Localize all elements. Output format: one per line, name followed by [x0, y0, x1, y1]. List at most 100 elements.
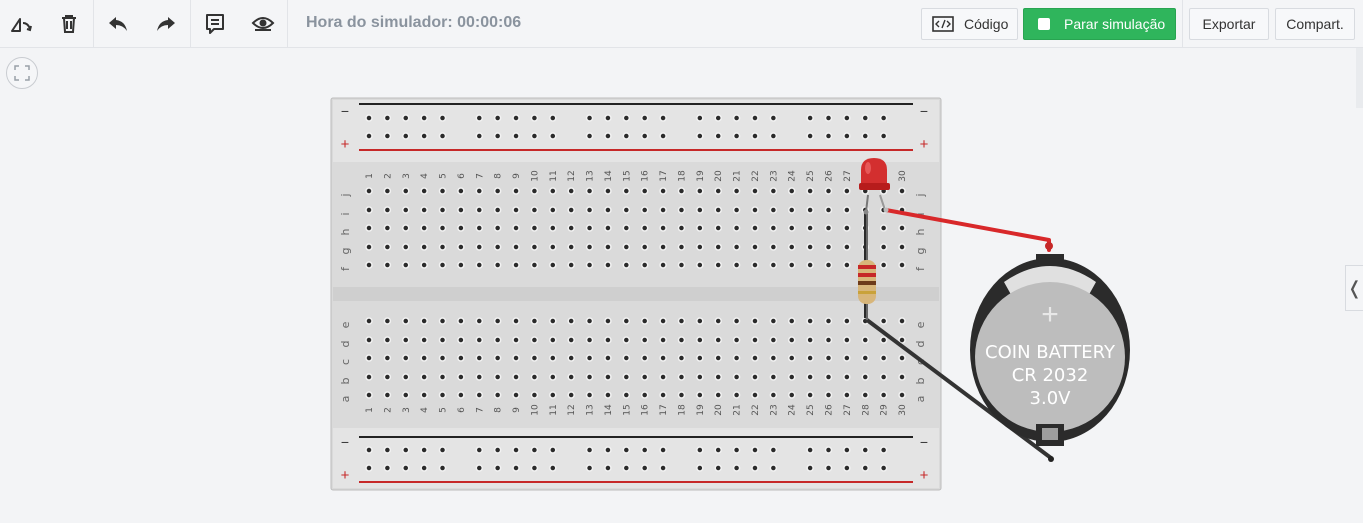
breadboard-hole[interactable] — [696, 354, 704, 362]
breadboard-hole[interactable] — [420, 391, 428, 399]
breadboard-hole[interactable] — [383, 187, 392, 195]
breadboard-hole[interactable] — [549, 243, 557, 251]
breadboard-hole[interactable] — [714, 464, 722, 472]
breadboard-hole[interactable] — [604, 391, 612, 399]
breadboard-hole[interactable] — [475, 446, 484, 454]
breadboard-hole[interactable] — [824, 132, 833, 140]
breadboard-hole[interactable] — [512, 391, 520, 399]
breadboard-hole[interactable] — [714, 187, 722, 195]
breadboard-hole[interactable] — [475, 132, 484, 140]
breadboard-hole[interactable] — [659, 261, 667, 269]
breadboard-hole[interactable] — [640, 464, 649, 472]
breadboard-hole[interactable] — [512, 261, 520, 269]
breadboard-hole[interactable] — [604, 243, 612, 251]
breadboard-hole[interactable] — [438, 464, 447, 472]
breadboard-hole[interactable] — [769, 336, 778, 344]
breadboard-hole[interactable] — [640, 187, 649, 195]
breadboard-hole[interactable] — [493, 261, 502, 269]
breadboard-hole[interactable] — [659, 114, 667, 122]
breadboard-hole[interactable] — [365, 373, 373, 381]
breadboard-hole[interactable] — [585, 354, 594, 362]
breadboard-hole[interactable] — [732, 317, 741, 325]
breadboard-hole[interactable] — [879, 354, 888, 362]
breadboard-hole[interactable] — [732, 132, 741, 140]
breadboard-hole[interactable] — [512, 446, 520, 454]
breadboard-hole[interactable] — [659, 243, 667, 251]
breadboard-hole[interactable] — [549, 446, 557, 454]
breadboard-hole[interactable] — [457, 224, 465, 232]
breadboard-hole[interactable] — [769, 446, 778, 454]
breadboard-hole[interactable] — [640, 391, 649, 399]
breadboard-hole[interactable] — [567, 391, 575, 399]
breadboard-hole[interactable] — [843, 336, 851, 344]
breadboard-hole[interactable] — [806, 464, 814, 472]
breadboard-hole[interactable] — [622, 354, 631, 362]
breadboard-hole[interactable] — [879, 224, 888, 232]
breadboard-hole[interactable] — [493, 373, 502, 381]
breadboard-hole[interactable] — [824, 336, 833, 344]
breadboard-hole[interactable] — [898, 391, 906, 399]
breadboard-hole[interactable] — [751, 243, 759, 251]
breadboard-hole[interactable] — [861, 114, 870, 122]
breadboard-hole[interactable] — [898, 354, 906, 362]
breadboard-hole[interactable] — [879, 336, 888, 344]
breadboard-hole[interactable] — [475, 464, 484, 472]
breadboard-hole[interactable] — [475, 187, 484, 195]
breadboard-hole[interactable] — [769, 373, 778, 381]
breadboard-hole[interactable] — [493, 206, 502, 214]
breadboard-hole[interactable] — [751, 354, 759, 362]
breadboard-hole[interactable] — [402, 373, 410, 381]
breadboard-hole[interactable] — [696, 391, 704, 399]
breadboard-hole[interactable] — [824, 317, 833, 325]
breadboard-hole[interactable] — [365, 336, 373, 344]
breadboard-hole[interactable] — [604, 464, 612, 472]
breadboard-hole[interactable] — [549, 261, 557, 269]
breadboard-hole[interactable] — [824, 114, 833, 122]
breadboard-hole[interactable] — [383, 446, 392, 454]
breadboard-hole[interactable] — [530, 206, 539, 214]
breadboard-hole[interactable] — [383, 354, 392, 362]
breadboard-hole[interactable] — [457, 243, 465, 251]
breadboard-hole[interactable] — [365, 354, 373, 362]
breadboard-hole[interactable] — [806, 187, 814, 195]
breadboard-hole[interactable] — [696, 224, 704, 232]
breadboard-hole[interactable] — [475, 114, 484, 122]
breadboard-hole[interactable] — [898, 261, 906, 269]
breadboard-hole[interactable] — [898, 373, 906, 381]
breadboard-hole[interactable] — [861, 132, 870, 140]
breadboard-hole[interactable] — [365, 206, 373, 214]
breadboard-hole[interactable] — [475, 317, 484, 325]
breadboard-hole[interactable] — [530, 114, 539, 122]
breadboard-hole[interactable] — [383, 114, 392, 122]
breadboard-hole[interactable] — [751, 206, 759, 214]
breadboard-hole[interactable] — [438, 336, 447, 344]
breadboard-hole[interactable] — [585, 317, 594, 325]
breadboard-hole[interactable] — [751, 114, 759, 122]
breadboard-hole[interactable] — [787, 336, 796, 344]
breadboard-hole[interactable] — [843, 391, 851, 399]
breadboard-hole[interactable] — [640, 354, 649, 362]
breadboard-hole[interactable] — [493, 354, 502, 362]
breadboard-hole[interactable] — [567, 224, 575, 232]
breadboard-hole[interactable] — [438, 243, 447, 251]
breadboard-hole[interactable] — [420, 224, 428, 232]
breadboard-hole[interactable] — [824, 224, 833, 232]
breadboard-hole[interactable] — [530, 391, 539, 399]
breadboard-hole[interactable] — [457, 187, 465, 195]
breadboard-hole[interactable] — [861, 391, 870, 399]
breadboard-hole[interactable] — [714, 206, 722, 214]
breadboard-hole[interactable] — [751, 373, 759, 381]
breadboard-hole[interactable] — [751, 187, 759, 195]
breadboard-hole[interactable] — [879, 261, 888, 269]
breadboard-hole[interactable] — [659, 206, 667, 214]
breadboard-hole[interactable] — [549, 224, 557, 232]
breadboard-hole[interactable] — [512, 464, 520, 472]
breadboard-hole[interactable] — [530, 261, 539, 269]
breadboard-hole[interactable] — [898, 317, 906, 325]
breadboard-hole[interactable] — [549, 114, 557, 122]
breadboard-hole[interactable] — [530, 446, 539, 454]
breadboard-hole[interactable] — [824, 206, 833, 214]
breadboard-hole[interactable] — [457, 317, 465, 325]
breadboard-hole[interactable] — [659, 317, 667, 325]
breadboard-hole[interactable] — [365, 446, 373, 454]
